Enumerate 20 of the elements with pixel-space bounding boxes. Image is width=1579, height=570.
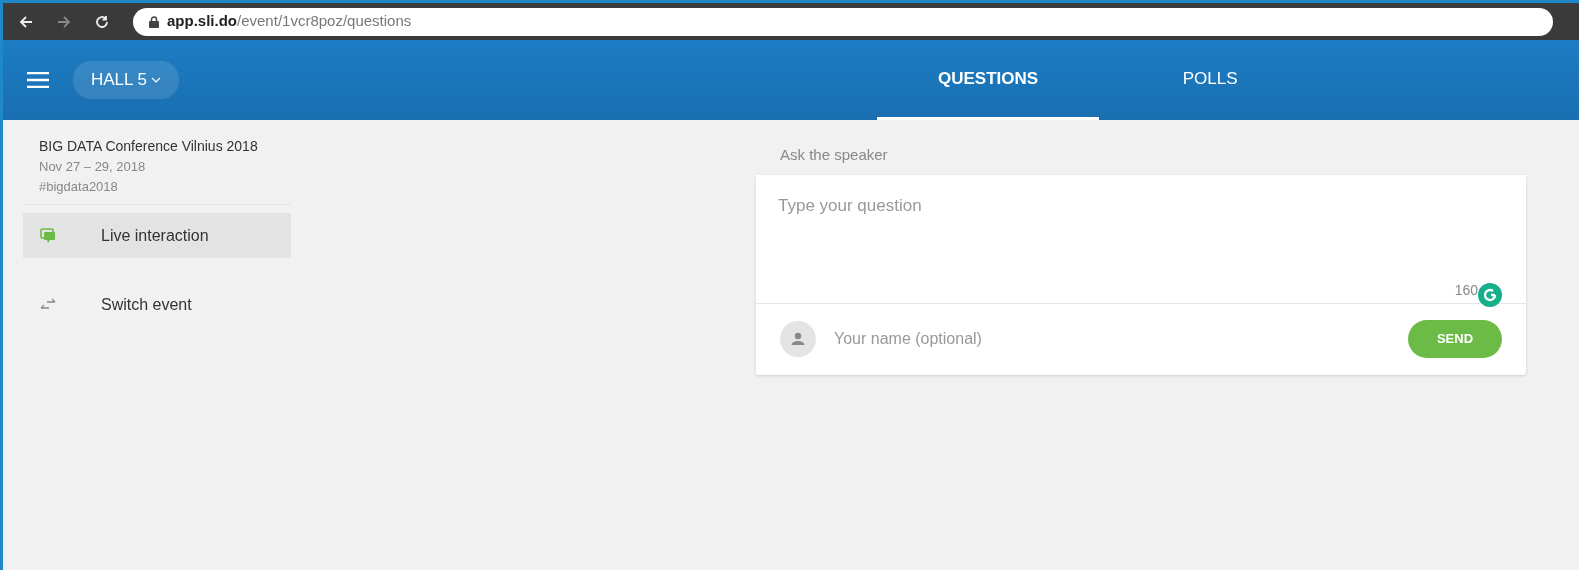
- event-name: BIG DATA Conference Vilnius 2018: [39, 137, 259, 156]
- lock-icon: [149, 15, 159, 28]
- nav-tab[interactable]: POLLS: [1099, 40, 1322, 120]
- reload-icon[interactable]: [95, 14, 109, 29]
- sidebar-item[interactable]: Live interaction: [23, 213, 291, 258]
- chat-icon: [39, 227, 57, 244]
- forward-icon[interactable]: [57, 14, 71, 29]
- url-text: app.sli.do/event/1vcr8poz/questions: [167, 11, 412, 32]
- nav-tab[interactable]: QUESTIONS: [877, 40, 1100, 120]
- section-label: Ask the speaker: [779, 145, 889, 165]
- menu-icon[interactable]: [27, 72, 49, 88]
- address-bar[interactable]: app.sli.do/event/1vcr8poz/questions: [133, 7, 1553, 36]
- caret-icon: [151, 77, 162, 83]
- event-hashtag: #bigdata2018: [39, 177, 119, 196]
- character-counter: 160: [1454, 281, 1478, 300]
- avatar-icon: [780, 321, 816, 357]
- event-dates: Nov 27 – 29, 2018: [39, 158, 147, 176]
- back-icon[interactable]: [19, 14, 33, 29]
- event-dropdown[interactable]: HALL 5: [73, 61, 180, 99]
- sidebar-item[interactable]: Switch event: [23, 282, 291, 327]
